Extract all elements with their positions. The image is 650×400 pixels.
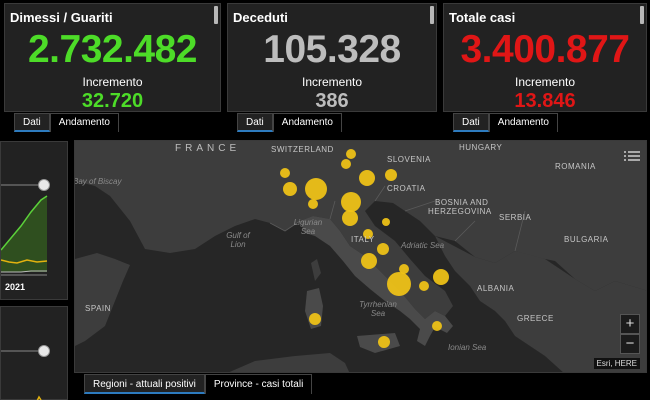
tab-province[interactable]: Province - casi totali bbox=[204, 374, 313, 394]
italy-map[interactable]: FRANCE SWITZERLAND SLOVENIA HUNGARY ROMA… bbox=[74, 140, 647, 373]
zoom-in-button[interactable]: + bbox=[620, 314, 640, 334]
tab-andamento[interactable]: Andamento bbox=[272, 113, 342, 132]
region-bubble[interactable] bbox=[382, 218, 390, 226]
recovered-tabs: Dati Andamento bbox=[14, 113, 119, 132]
region-bubble[interactable] bbox=[433, 269, 449, 285]
label-bosnia-2: HERZEGOVINA bbox=[428, 207, 492, 216]
map-tabs: Regioni - attuali positivi Province - ca… bbox=[84, 374, 313, 394]
label-serbia: SERBIA bbox=[499, 213, 532, 222]
card-scrollbar[interactable] bbox=[214, 6, 218, 24]
region-bubble[interactable] bbox=[419, 281, 429, 291]
tab-andamento[interactable]: Andamento bbox=[488, 113, 558, 132]
label-ligurian-sea: Ligurian Sea bbox=[293, 218, 323, 236]
secondary-chart bbox=[1, 350, 42, 400]
tab-dati[interactable]: Dati bbox=[14, 113, 50, 132]
recovered-increment-label: Incremento bbox=[82, 75, 143, 89]
tab-andamento[interactable]: Andamento bbox=[49, 113, 119, 132]
legend-list-icon[interactable] bbox=[624, 149, 640, 163]
label-bay-of-biscay: Bay of Biscay bbox=[74, 177, 122, 186]
region-bubble[interactable] bbox=[283, 182, 297, 196]
trend-chart-panel: 2021 bbox=[0, 141, 68, 300]
total-value: 3.400.877 bbox=[460, 28, 630, 71]
total-title: Totale casi bbox=[449, 10, 516, 25]
label-slovenia: SLOVENIA bbox=[387, 155, 432, 164]
label-bosnia-1: BOSNIA AND bbox=[435, 198, 489, 207]
deaths-title: Deceduti bbox=[233, 10, 288, 25]
region-bubble[interactable] bbox=[387, 272, 411, 296]
tab-dati[interactable]: Dati bbox=[237, 113, 273, 132]
card-scrollbar[interactable] bbox=[640, 6, 644, 24]
map-attribution[interactable]: Esri, HERE bbox=[593, 358, 640, 369]
dashboard: Dimessi / Guariti 2.732.482 Incremento 3… bbox=[0, 0, 650, 400]
region-bubble[interactable] bbox=[385, 169, 397, 181]
deaths-increment: 386 bbox=[315, 90, 349, 112]
recovered-title: Dimessi / Guariti bbox=[10, 10, 113, 25]
deaths-increment-label: Incremento bbox=[301, 75, 363, 89]
label-adriatic-sea: Adriatic Sea bbox=[401, 241, 445, 250]
label-romania: ROMANIA bbox=[555, 162, 596, 171]
label-greece: GREECE bbox=[517, 314, 554, 323]
deaths-value: 105.328 bbox=[263, 28, 401, 71]
region-bubble[interactable] bbox=[432, 321, 442, 331]
region-bubble[interactable] bbox=[341, 192, 361, 212]
label-gulf-of-lion: Gulf of Lion bbox=[226, 231, 250, 249]
deaths-card: Deceduti 105.328 Incremento 386 bbox=[227, 3, 437, 112]
label-switzerland: SWITZERLAND bbox=[271, 145, 334, 154]
deaths-tabs: Dati Andamento bbox=[237, 113, 342, 132]
region-bubble[interactable] bbox=[305, 178, 327, 200]
region-bubble[interactable] bbox=[308, 199, 318, 209]
label-albania: ALBANIA bbox=[477, 284, 515, 293]
label-italy: ITALY bbox=[351, 235, 375, 244]
region-bubble[interactable] bbox=[280, 168, 290, 178]
region-bubble[interactable] bbox=[377, 243, 389, 255]
region-bubble[interactable] bbox=[346, 149, 356, 159]
region-bubble[interactable] bbox=[361, 253, 377, 269]
recovered-value: 2.732.482 bbox=[27, 28, 198, 71]
region-bubble[interactable] bbox=[342, 210, 358, 226]
zoom-out-button[interactable]: − bbox=[620, 334, 640, 354]
label-ionian-sea: Ionian Sea bbox=[448, 343, 487, 352]
tab-regioni[interactable]: Regioni - attuali positivi bbox=[84, 374, 205, 394]
time-slider-handle[interactable] bbox=[38, 179, 50, 191]
recovered-card: Dimessi / Guariti 2.732.482 Incremento 3… bbox=[4, 3, 221, 112]
tab-dati[interactable]: Dati bbox=[453, 113, 489, 132]
region-bubble[interactable] bbox=[341, 159, 351, 169]
region-bubble[interactable] bbox=[309, 313, 321, 325]
total-cases-card: Totale casi 3.400.877 Incremento 13.846 bbox=[443, 3, 647, 112]
region-bubble[interactable] bbox=[378, 336, 390, 348]
trend-chart bbox=[1, 184, 48, 276]
card-scrollbar[interactable] bbox=[430, 6, 434, 24]
label-bulgaria: BULGARIA bbox=[564, 235, 609, 244]
total-increment-label: Incremento bbox=[514, 75, 576, 89]
total-tabs: Dati Andamento bbox=[453, 113, 558, 132]
label-spain: SPAIN bbox=[85, 304, 111, 313]
time-slider-handle[interactable] bbox=[38, 345, 50, 357]
secondary-chart-panel bbox=[0, 306, 68, 400]
label-france: FRANCE bbox=[175, 143, 241, 154]
year-label: 2021 bbox=[5, 282, 26, 292]
recovered-increment: 32.720 bbox=[81, 90, 144, 112]
total-increment: 13.846 bbox=[514, 90, 576, 112]
label-croatia: CROATIA bbox=[387, 184, 426, 193]
region-bubble[interactable] bbox=[359, 170, 375, 186]
label-tyrrhenian-sea: Tyrrhenian Sea bbox=[359, 300, 397, 318]
label-hungary: HUNGARY bbox=[459, 143, 503, 152]
map-canvas bbox=[75, 141, 646, 372]
